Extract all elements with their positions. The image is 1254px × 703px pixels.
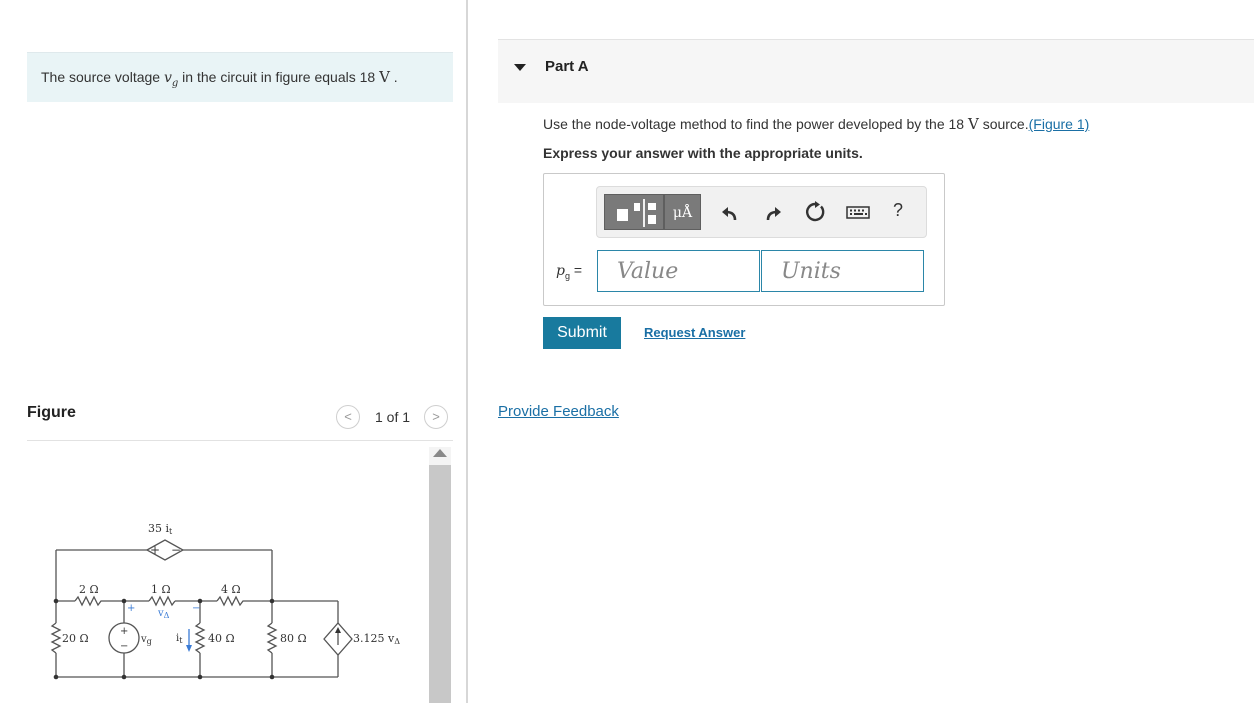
figure-divider — [27, 440, 453, 441]
resistor-40-ohm-label: 40 Ω — [208, 632, 235, 645]
undo-icon[interactable] — [718, 200, 742, 224]
caret-down-icon[interactable] — [514, 64, 526, 71]
chevron-left-icon: < — [344, 409, 352, 424]
figure-1-link[interactable]: (Figure 1) — [1029, 116, 1090, 132]
resistor-80-ohm-label: 80 Ω — [280, 632, 307, 645]
figure-scrollbar[interactable] — [429, 447, 451, 703]
instruction-text: Express your answer with the appropriate… — [543, 145, 863, 161]
problem-statement: The source voltage vg in the circuit in … — [27, 52, 453, 102]
part-a-header[interactable]: Part A — [498, 39, 1254, 103]
vg-minus-sign: − — [120, 641, 128, 652]
i-t-label: it — [176, 633, 183, 645]
vdelta-minus-sign: − — [192, 603, 200, 614]
value-input[interactable] — [597, 250, 760, 292]
vg-plus-sign: + — [120, 626, 128, 637]
scrollbar-thumb[interactable] — [429, 465, 451, 703]
figure-title: Figure — [27, 404, 76, 421]
units-input[interactable] — [761, 250, 924, 292]
problem-text: The source voltage vg in the circuit in … — [41, 68, 398, 89]
dep-source-label: 35 it — [148, 522, 173, 536]
reset-icon[interactable] — [803, 200, 827, 224]
math-toolbar: μÅ ? — [596, 186, 927, 238]
v-delta-label: vΔ — [157, 608, 170, 620]
units-icon[interactable]: μÅ — [664, 194, 701, 230]
part-label: Part A — [545, 58, 589, 75]
resistor-2-ohm-label: 2 Ω — [79, 583, 99, 596]
redo-icon[interactable] — [761, 200, 785, 224]
scroll-up-arrow-icon[interactable] — [433, 449, 447, 457]
figure-count: 1 of 1 — [375, 409, 411, 425]
resistor-4-ohm-label: 4 Ω — [221, 583, 241, 596]
answer-variable-label: pg = — [556, 262, 583, 281]
keyboard-icon[interactable] — [845, 200, 871, 224]
circuit-diagram: + − + − + − 35 it 2 Ω 1 Ω 4 Ω vΔ 20 Ω vg… — [50, 522, 400, 680]
vdelta-plus-sign: + — [127, 603, 135, 614]
question-text: Use the node-voltage method to find the … — [543, 115, 1090, 133]
cccs-label: 3.125 vΔ — [353, 632, 400, 646]
provide-feedback-link[interactable]: Provide Feedback — [498, 403, 619, 420]
previous-figure-button[interactable]: < — [336, 405, 360, 429]
templates-icon[interactable] — [604, 194, 664, 230]
dep-source-plus-sign: + — [150, 543, 160, 557]
answer-box: μÅ ? pg = — [543, 173, 945, 306]
resistor-20-ohm-label: 20 Ω — [62, 632, 89, 645]
resistor-1-ohm-label: 1 Ω — [151, 583, 171, 596]
column-divider — [466, 0, 468, 703]
help-icon[interactable]: ? — [893, 200, 903, 221]
request-answer-link[interactable]: Request Answer — [644, 325, 745, 340]
dep-source-minus-sign: − — [171, 543, 181, 557]
submit-button[interactable]: Submit — [543, 317, 621, 349]
chevron-right-icon: > — [432, 409, 440, 424]
next-figure-button[interactable]: > — [424, 405, 448, 429]
v-g-label: vg — [140, 634, 152, 646]
